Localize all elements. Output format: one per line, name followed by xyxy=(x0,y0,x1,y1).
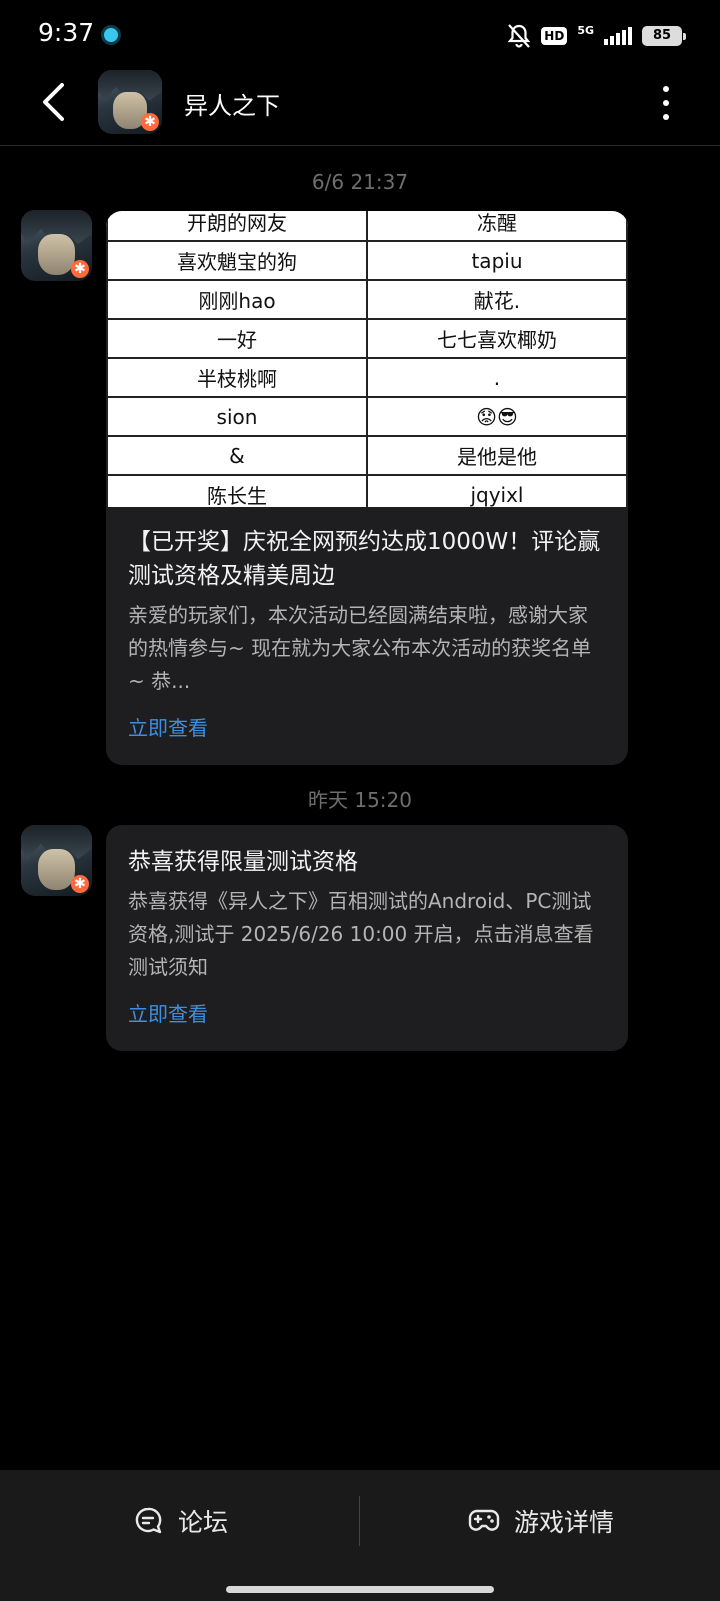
view-now-link[interactable]: 立即查看 xyxy=(128,998,208,1027)
card-body: 【已开奖】庆祝全网预约达成1000W！评论赢测试资格及精美周边 亲爱的玩家们，本… xyxy=(106,507,628,765)
table-cell: 喜欢魈宝的狗 xyxy=(106,240,368,281)
table-row: 一好 七七喜欢椰奶 xyxy=(106,318,628,359)
table-cell: 刚刚hao xyxy=(106,279,368,320)
chat-header: ✱ 异人之下 xyxy=(0,70,720,146)
page-title: 异人之下 xyxy=(184,92,280,120)
view-now-link[interactable]: 立即查看 xyxy=(128,712,208,741)
sender-avatar[interactable]: ✱ xyxy=(21,210,92,281)
winners-list-image[interactable]: 开朗的网友 冻醒 喜欢魈宝的狗 tapiu 刚刚hao 献花. 一好 七七喜欢椰奶 半枝… xyxy=(106,211,628,507)
table-cell: 陈长生 xyxy=(106,474,368,507)
status-indicators: HD 5G 85 xyxy=(507,22,686,50)
table-row: 开朗的网友 冻醒 xyxy=(106,211,628,242)
card-description: 亲爱的玩家们，本次活动已经圆满结束啦，感谢大家的热情参与~ 现在就为大家公布本次… xyxy=(128,603,592,693)
table-row: 喜欢魈宝的狗 tapiu xyxy=(106,240,628,281)
network-type: 5G xyxy=(577,23,594,37)
table-cell: & xyxy=(106,435,368,476)
test-qualification-card[interactable]: 恭喜获得限量测试资格 恭喜获得《异人之下》百相测试的Android、PC测试资格… xyxy=(106,825,628,1051)
table-row: 刚刚hao 献花. xyxy=(106,279,628,320)
sender-avatar[interactable]: ✱ xyxy=(21,825,92,896)
forum-button[interactable]: 论坛 xyxy=(134,1498,228,1544)
table-row: 陈长生 jqyixl xyxy=(106,474,628,507)
status-time: 9:37 xyxy=(38,18,95,47)
battery-icon: 85 xyxy=(642,26,686,46)
more-vertical-icon xyxy=(663,86,669,92)
forum-icon xyxy=(135,1507,162,1534)
bottom-bar: 论坛 游戏详情 xyxy=(0,1470,720,1601)
message-timestamp: 昨天 15:20 xyxy=(308,788,412,812)
back-button[interactable] xyxy=(30,78,78,126)
table-cell: 冻醒 xyxy=(365,211,628,242)
announcement-card[interactable]: 开朗的网友 冻醒 喜欢魈宝的狗 tapiu 刚刚hao 献花. 一好 七七喜欢椰奶 半枝… xyxy=(106,211,628,765)
status-bar: 9:37 HD 5G 85 xyxy=(0,0,720,70)
home-indicator[interactable] xyxy=(226,1586,494,1593)
forum-label: 论坛 xyxy=(178,1508,229,1537)
table-cell: jqyixl xyxy=(365,474,628,507)
table-row: sion 😟😎 xyxy=(106,396,628,437)
winners-table: 开朗的网友 冻醒 喜欢魈宝的狗 tapiu 刚刚hao 献花. 一好 七七喜欢椰奶 半枝… xyxy=(106,211,628,507)
gamepad-icon xyxy=(468,1509,500,1531)
card-body: 恭喜获得限量测试资格 恭喜获得《异人之下》百相测试的Android、PC测试资格… xyxy=(106,825,628,1051)
app-notification-icon xyxy=(101,25,121,45)
table-cell: 七七喜欢椰奶 xyxy=(365,318,628,359)
game-details-label: 游戏详情 xyxy=(514,1508,615,1537)
card-description: 恭喜获得《异人之下》百相测试的Android、PC测试资格,测试于 2025/6… xyxy=(128,889,594,979)
table-cell: 是他是他 xyxy=(365,435,628,476)
table-row: 半枝桃啊. xyxy=(106,357,628,398)
table-cell: sion xyxy=(106,396,368,437)
header-avatar[interactable]: ✱ xyxy=(98,70,162,134)
table-row: & 是他是他 xyxy=(106,435,628,476)
back-arrow-icon xyxy=(43,83,64,121)
card-title: 【已开奖】庆祝全网预约达成1000W！评论赢测试资格及精美周边 xyxy=(128,529,601,589)
bell-muted-icon xyxy=(507,24,531,48)
table-cell: tapiu xyxy=(365,240,628,281)
message-timestamp: 6/6 21:37 xyxy=(311,170,409,194)
more-options-button[interactable] xyxy=(656,86,676,120)
table-cell: 😟😎 xyxy=(365,396,628,437)
table-cell: 献花. xyxy=(365,279,628,320)
table-cell: 半枝桃啊 xyxy=(106,357,368,398)
signal-icon xyxy=(604,27,632,45)
hd-icon: HD xyxy=(541,27,568,45)
game-details-button[interactable]: 游戏详情 xyxy=(468,1498,614,1544)
table-cell: . xyxy=(365,357,628,398)
table-cell: 一好 xyxy=(106,318,368,359)
divider xyxy=(359,1496,360,1546)
table-cell: 开朗的网友 xyxy=(106,211,368,242)
card-title: 恭喜获得限量测试资格 xyxy=(128,849,358,875)
